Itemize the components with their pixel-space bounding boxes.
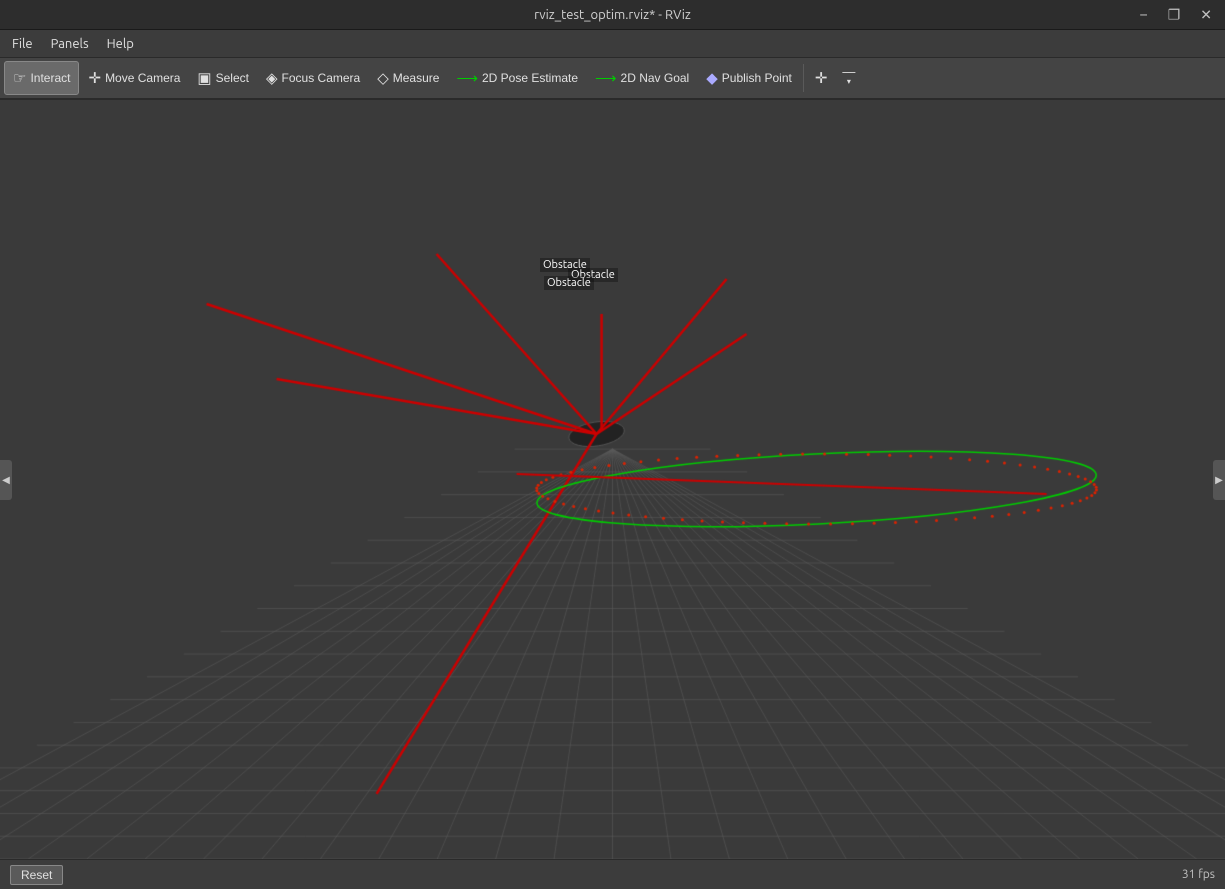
nav-goal-button[interactable]: ⟶ 2D Nav Goal — [587, 61, 697, 95]
more-tools-button[interactable]: — ▾ — [836, 61, 861, 95]
more-tools-arrow: ▾ — [847, 78, 851, 86]
toolbar-separator — [803, 64, 804, 92]
close-button[interactable]: ✕ — [1195, 4, 1217, 25]
menubar: File Panels Help — [0, 30, 1225, 58]
titlebar: rviz_test_optim.rviz* - RViz − ❐ ✕ — [0, 0, 1225, 30]
nav-goal-label: 2D Nav Goal — [621, 71, 690, 85]
minimize-button[interactable]: − — [1135, 4, 1153, 25]
publish-point-icon: ◆ — [706, 71, 718, 86]
3d-viewport[interactable]: Obstacle Obstacle Obstacle — [0, 100, 1225, 859]
interact-label: Interact — [30, 71, 70, 85]
pose-estimate-label: 2D Pose Estimate — [482, 71, 578, 85]
statusbar: Reset 31 fps — [0, 859, 1225, 889]
interact-button[interactable]: ☞ Interact — [4, 61, 79, 95]
right-collapse-icon: ▶ — [1215, 474, 1223, 486]
move-camera-button[interactable]: ✛ Move Camera — [80, 61, 188, 95]
select-button[interactable]: ▣ Select — [189, 61, 257, 95]
move-camera-icon: ✛ — [88, 71, 101, 86]
right-panel-collapse[interactable]: ▶ — [1213, 460, 1225, 500]
nav-goal-icon: ⟶ — [595, 71, 617, 86]
main-area: ◀ Obstacle Obstacle Obstacle ▶ — [0, 100, 1225, 859]
restore-button[interactable]: ❐ — [1163, 4, 1186, 25]
interact-icon: ☞ — [13, 71, 26, 86]
left-panel-collapse[interactable]: ◀ — [0, 460, 12, 500]
viewport-canvas — [0, 100, 1225, 859]
move-camera-label: Move Camera — [105, 71, 180, 85]
reset-button[interactable]: Reset — [10, 865, 63, 885]
titlebar-controls: − ❐ ✕ — [1135, 4, 1217, 25]
menu-file[interactable]: File — [4, 34, 41, 54]
pose-estimate-icon: ⟶ — [456, 71, 478, 86]
window-title: rviz_test_optim.rviz* - RViz — [534, 8, 691, 22]
add-tool-icon: ✛ — [815, 71, 828, 86]
left-collapse-icon: ◀ — [2, 474, 10, 486]
obstacle-label-3: Obstacle — [544, 276, 594, 290]
pose-estimate-button[interactable]: ⟶ 2D Pose Estimate — [448, 61, 586, 95]
measure-button[interactable]: ◇ Measure — [369, 61, 447, 95]
fps-display: 31 fps — [1182, 868, 1215, 881]
focus-camera-label: Focus Camera — [282, 71, 361, 85]
toolbar: ☞ Interact ✛ Move Camera ▣ Select ◈ Focu… — [0, 58, 1225, 100]
select-label: Select — [216, 71, 249, 85]
measure-label: Measure — [393, 71, 440, 85]
add-tool-button[interactable]: ✛ — [807, 61, 836, 95]
publish-point-button[interactable]: ◆ Publish Point — [698, 61, 800, 95]
measure-icon: ◇ — [377, 71, 389, 86]
select-icon: ▣ — [197, 71, 211, 86]
publish-point-label: Publish Point — [722, 71, 792, 85]
menu-panels[interactable]: Panels — [43, 34, 97, 54]
focus-camera-icon: ◈ — [266, 71, 278, 86]
focus-camera-button[interactable]: ◈ Focus Camera — [258, 61, 368, 95]
menu-help[interactable]: Help — [99, 34, 142, 54]
